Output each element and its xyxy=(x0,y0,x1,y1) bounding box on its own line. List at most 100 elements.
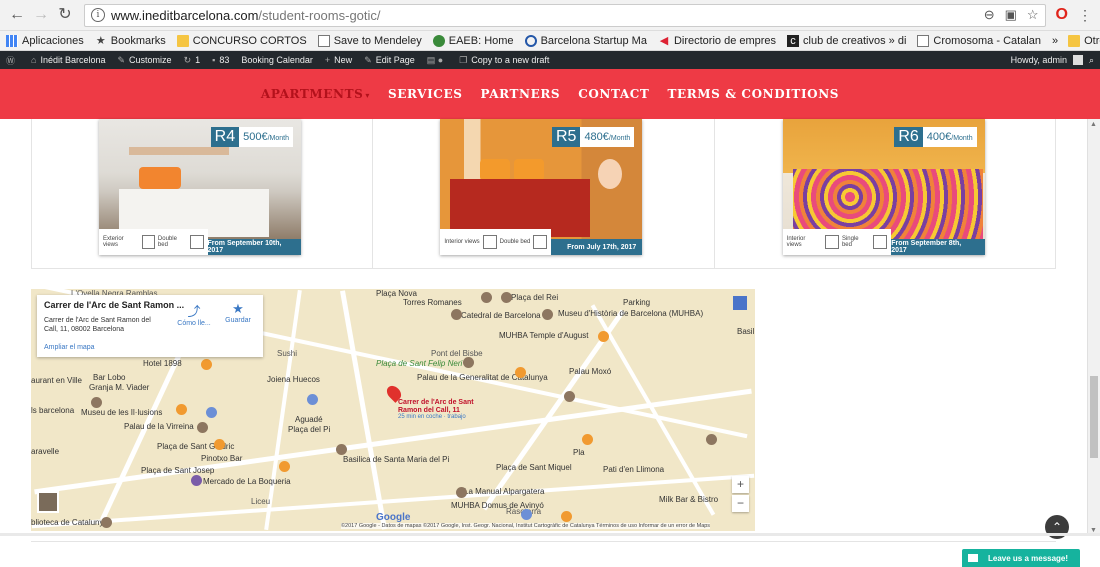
bookmark-item[interactable]: Save to Mendeley xyxy=(317,34,422,47)
map-place-label[interactable]: Pla xyxy=(573,448,585,457)
map-place-label[interactable]: aurant en Ville xyxy=(31,376,82,385)
map-place-label[interactable]: Museu d'Història de Barcelona (MUHBA) xyxy=(558,309,703,318)
back-arrow-icon[interactable]: ← xyxy=(8,6,26,24)
landmark-icon xyxy=(91,397,102,408)
map-place-label[interactable]: Parking xyxy=(623,298,650,307)
room-card-r5[interactable]: R5 480€/Month Interior views Double bed Fr… xyxy=(440,119,643,255)
room-card-r4[interactable]: R4 500€/Month Exterior views Double bed Fr… xyxy=(99,119,301,255)
map-place-label[interactable]: MUHBA Temple d'August xyxy=(499,331,588,340)
map-place-label[interactable]: La Manual Alpargatera xyxy=(464,487,545,496)
opera-icon[interactable]: O xyxy=(1056,6,1068,24)
translate-icon[interactable]: ▣ xyxy=(1005,7,1017,23)
map-place-label[interactable]: Sushi xyxy=(277,349,297,358)
wp-edit-link[interactable]: ✎ Edit Page xyxy=(364,55,415,66)
bookmarks-more-button[interactable]: » xyxy=(1052,35,1058,47)
map-place-label[interactable]: Basilica de Santa Maria del Pi xyxy=(343,455,449,464)
zoom-out-button[interactable]: − xyxy=(732,495,749,512)
bookmark-item[interactable]: Barcelona Startup Ma xyxy=(524,34,647,47)
wp-booking-link[interactable]: Booking Calendar xyxy=(241,55,313,65)
bookmark-item[interactable]: EAEB: Home xyxy=(432,34,514,47)
bookmark-item[interactable]: Aplicaciones xyxy=(6,34,84,47)
room-column: R6 400€/Month Interior views Single bed Fr… xyxy=(715,119,1055,268)
wp-customize-link[interactable]: ✎ Customize xyxy=(118,55,172,66)
forward-arrow-icon[interactable]: → xyxy=(32,6,50,24)
bookmark-item[interactable]: Cromosoma - Catalan xyxy=(917,34,1041,47)
other-bookmarks[interactable]: Otros marcadores xyxy=(1068,34,1100,47)
scroll-thumb[interactable] xyxy=(1090,376,1098,458)
pin-label: Carrer de l'Arc de Sant Ramon del Call, … xyxy=(398,399,474,414)
page-icon xyxy=(917,34,930,47)
reload-icon[interactable]: ↻ xyxy=(56,6,74,24)
bookmark-item[interactable]: ◀ Directorio de empres xyxy=(658,35,776,47)
zoom-in-button[interactable]: + xyxy=(732,476,749,493)
map-place-label[interactable]: Palau de la Virreina xyxy=(124,422,194,431)
pegman-icon[interactable] xyxy=(733,296,747,310)
avatar[interactable] xyxy=(1072,55,1083,65)
bookmark-item[interactable]: ★ Bookmarks xyxy=(95,35,166,47)
map-place-label[interactable]: Plaça Nova xyxy=(376,289,417,298)
map-place-label[interactable]: aravelle xyxy=(31,447,59,456)
map-place-label[interactable]: Palau de la Generalitat de Catalunya xyxy=(417,373,548,382)
nav-apartments[interactable]: APARTMENTS ▾ xyxy=(261,87,370,101)
wordpress-icon[interactable]: Ⓦ xyxy=(6,54,19,67)
map-place-label[interactable]: Pati d'en Llimona xyxy=(603,465,664,474)
map-place-label[interactable]: ls barcelona xyxy=(31,406,74,415)
map-place-label[interactable]: Basil xyxy=(737,327,754,336)
scroll-up-icon[interactable]: ▲ xyxy=(1090,121,1097,128)
bookmark-item[interactable]: c club de creativos » di xyxy=(787,34,906,47)
price-tag: R5 480€/Month xyxy=(551,127,635,147)
wp-howdy[interactable]: Howdy, admin xyxy=(1011,55,1067,65)
save-button[interactable]: ★ Guardar xyxy=(217,301,259,324)
chat-button[interactable]: Leave us a message! xyxy=(962,549,1080,567)
directions-button[interactable]: ⤴ Cómo lle... xyxy=(173,301,215,327)
info-icon[interactable]: i xyxy=(91,8,105,22)
map-place-label[interactable]: Liceu xyxy=(251,497,270,506)
map-place-label[interactable]: Plaça del Pi xyxy=(288,425,330,434)
map-place-label[interactable]: Palau Moxó xyxy=(569,367,611,376)
road xyxy=(34,388,752,495)
map-place-label[interactable]: Granja M. Viader xyxy=(89,383,149,392)
map-attribution[interactable]: ©2017 Google - Datos de mapas ©2017 Goog… xyxy=(341,523,711,529)
map-place-label[interactable]: Plaça de Sant Felip Neri xyxy=(376,359,462,368)
map-place-label[interactable]: blioteca de Catalunya xyxy=(31,518,108,527)
nav-terms[interactable]: TERMS & CONDITIONS xyxy=(667,87,839,101)
address-bar[interactable]: i www.ineditbarcelona.com/student-rooms-… xyxy=(84,3,1046,27)
room-card-r6[interactable]: R6 400€/Month Interior views Single bed Fr… xyxy=(782,119,985,255)
updates-icon: ↻ xyxy=(183,54,192,65)
wp-updates-link[interactable]: ↻ 1 xyxy=(184,55,201,66)
wp-site-link[interactable]: ⌂ Inédit Barcelona xyxy=(31,55,105,65)
food-icon xyxy=(201,359,212,370)
map-place-label[interactable]: Torres Romanes xyxy=(403,298,462,307)
map-place-label[interactable]: Museu de les Il·lusions xyxy=(81,408,162,417)
zoom-icon[interactable]: ⊖ xyxy=(984,7,995,23)
map-place-label[interactable]: Aguadé xyxy=(295,415,323,424)
menu-dots-icon[interactable]: ⋮ xyxy=(1078,7,1092,24)
map-place-label[interactable]: Hotel 1898 xyxy=(143,359,182,368)
map-place-label[interactable]: Pont del Bisbe xyxy=(431,349,483,358)
wp-copy-link[interactable]: ❐ Copy to a new draft xyxy=(459,55,549,66)
google-map[interactable]: L'Ovella Negra Ramblas Plaça Nova Torres R… xyxy=(31,289,755,531)
scrollbar[interactable]: ▲ ▼ xyxy=(1087,119,1100,536)
seo-icon[interactable]: ▤ ● xyxy=(427,55,447,66)
wp-comments-link[interactable]: ▪ 83 xyxy=(212,55,229,65)
map-place-label[interactable]: Milk Bar & Bistro xyxy=(659,495,718,504)
map-place-label[interactable]: Plaça de Sant Miquel xyxy=(496,463,572,472)
map-place-label[interactable]: Pinotxo Bar xyxy=(201,454,242,463)
map-place-label[interactable]: Bar Lobo xyxy=(93,373,125,382)
map-place-label[interactable]: Joiena Huecos xyxy=(267,375,320,384)
nav-services[interactable]: SERVICES xyxy=(388,87,462,101)
bookmark-star-icon[interactable]: ☆ xyxy=(1027,7,1039,23)
bookmark-item[interactable]: CONCURSO CORTOS xyxy=(176,34,307,47)
satellite-toggle[interactable] xyxy=(37,491,59,513)
map-place-label[interactable]: Plaça de Sant Josep xyxy=(141,466,214,475)
landmark-icon xyxy=(542,309,553,320)
search-icon[interactable]: ⌕ xyxy=(1089,55,1094,66)
map-place-label[interactable]: Plaça del Rei xyxy=(511,293,558,302)
map-place-label[interactable]: Catedral de Barcelona xyxy=(461,311,541,320)
card-footer: Interior views Double bed From July 17th,… xyxy=(440,229,643,255)
enlarge-map-link[interactable]: Ampliar el mapa xyxy=(44,344,95,351)
nav-partners[interactable]: PARTNERS xyxy=(480,87,560,101)
nav-contact[interactable]: CONTACT xyxy=(578,87,649,101)
wp-new-link[interactable]: + New xyxy=(325,55,352,65)
map-place-label[interactable]: Mercado de La Boqueria xyxy=(203,477,291,486)
